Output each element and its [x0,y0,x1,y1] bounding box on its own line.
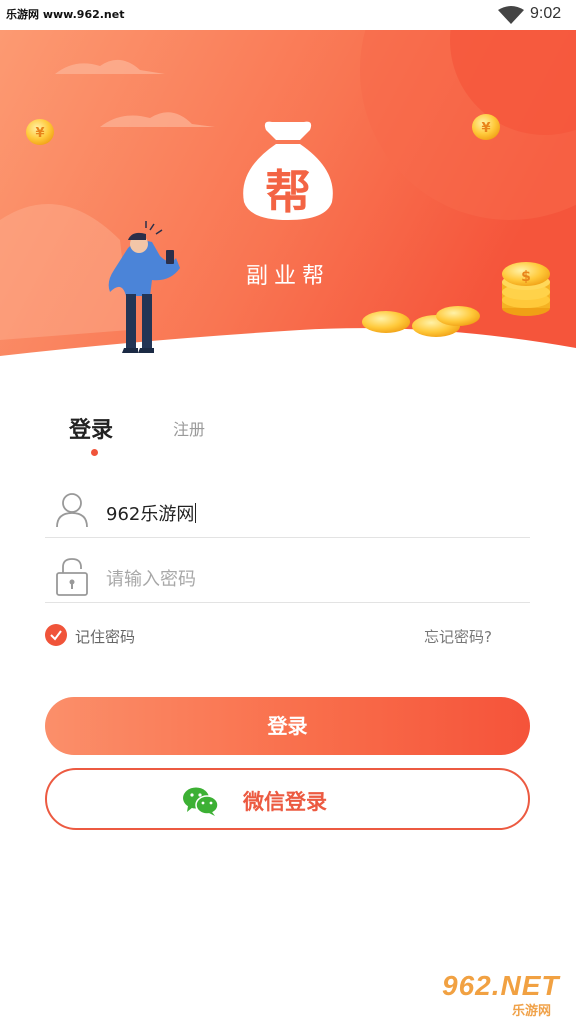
tab-login[interactable]: 登录 [69,412,113,444]
remember-password-label: 记住密码 [75,628,136,646]
active-tab-indicator [91,449,98,456]
password-input[interactable]: 请输入密码 [106,565,196,591]
tab-register[interactable]: 注册 [173,416,205,440]
forgot-password-link[interactable]: 忘记密码? [424,626,492,647]
wechat-login-button[interactable]: 微信登录 [45,768,530,830]
status-time: 9:02 [530,5,562,22]
svg-text:¥: ¥ [35,126,44,141]
wechat-icon [183,787,219,816]
watermark-small-text: 乐游网 [512,1004,552,1019]
check-icon[interactable] [45,624,67,646]
wechat-login-label: 微信登录 [243,790,327,814]
status-site-label: 乐游网 www.962.net [6,8,125,21]
password-field[interactable]: 请输入密码 [45,543,530,603]
svg-text:¥: ¥ [481,121,490,136]
hero-illustration: ¥ ¥ 帮 $ [0,30,576,356]
user-icon [56,493,88,528]
svg-text:帮: 帮 [265,165,311,219]
username-field[interactable]: 962乐游网 [45,478,530,538]
brand-name: 副业帮 [245,264,330,289]
status-bar: 乐游网 www.962.net 9:02 [0,0,576,30]
wifi-icon [498,6,524,24]
coin-icon: ¥ [472,114,500,140]
username-input[interactable]: 962乐游网 [106,500,197,526]
lock-icon [56,558,88,596]
hero-banner: ¥ ¥ 帮 $ 副业帮 [0,30,576,370]
coin-icon: ¥ [26,119,54,145]
svg-text:$: $ [521,269,531,285]
watermark-big-text: 962.NET [442,970,560,1001]
login-button[interactable]: 登录 [45,697,530,755]
watermark-logo: 962.NET 乐游网 [438,968,570,1020]
